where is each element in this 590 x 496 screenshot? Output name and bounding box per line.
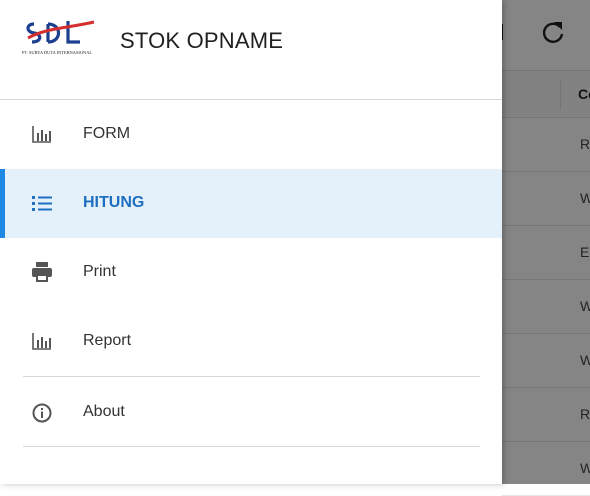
app-title: STOK OPNAME xyxy=(120,28,284,53)
drawer-header: PT. SURYA DUTA INTERNASIONAL STOK OPNAME xyxy=(0,0,502,100)
nav-item-hitung[interactable]: HITUNG xyxy=(0,169,502,238)
nav-item-label: Report xyxy=(83,332,132,349)
navigation-drawer: PT. SURYA DUTA INTERNASIONAL STOK OPNAME… xyxy=(0,0,502,484)
nav-item-form[interactable]: FORM xyxy=(0,100,502,169)
nav-item-about[interactable]: About xyxy=(0,377,502,446)
bar-chart-icon xyxy=(32,333,51,350)
info-icon xyxy=(32,403,52,423)
nav-divider xyxy=(23,446,480,447)
bar-chart-icon xyxy=(32,126,51,143)
nav-item-label: FORM xyxy=(83,125,131,142)
logo-subtext: PT. SURYA DUTA INTERNASIONAL xyxy=(22,50,92,55)
nav-item-report[interactable]: Report xyxy=(0,307,502,376)
list-icon xyxy=(32,196,52,211)
nav-item-label: Print xyxy=(83,263,116,280)
drawer-nav: FORM HITUNG Print Report About xyxy=(0,100,502,447)
nav-item-label: HITUNG xyxy=(83,194,145,211)
company-logo: PT. SURYA DUTA INTERNASIONAL xyxy=(22,20,95,55)
nav-item-label: About xyxy=(83,403,125,420)
printer-icon xyxy=(32,262,52,282)
nav-item-print[interactable]: Print xyxy=(0,238,502,307)
